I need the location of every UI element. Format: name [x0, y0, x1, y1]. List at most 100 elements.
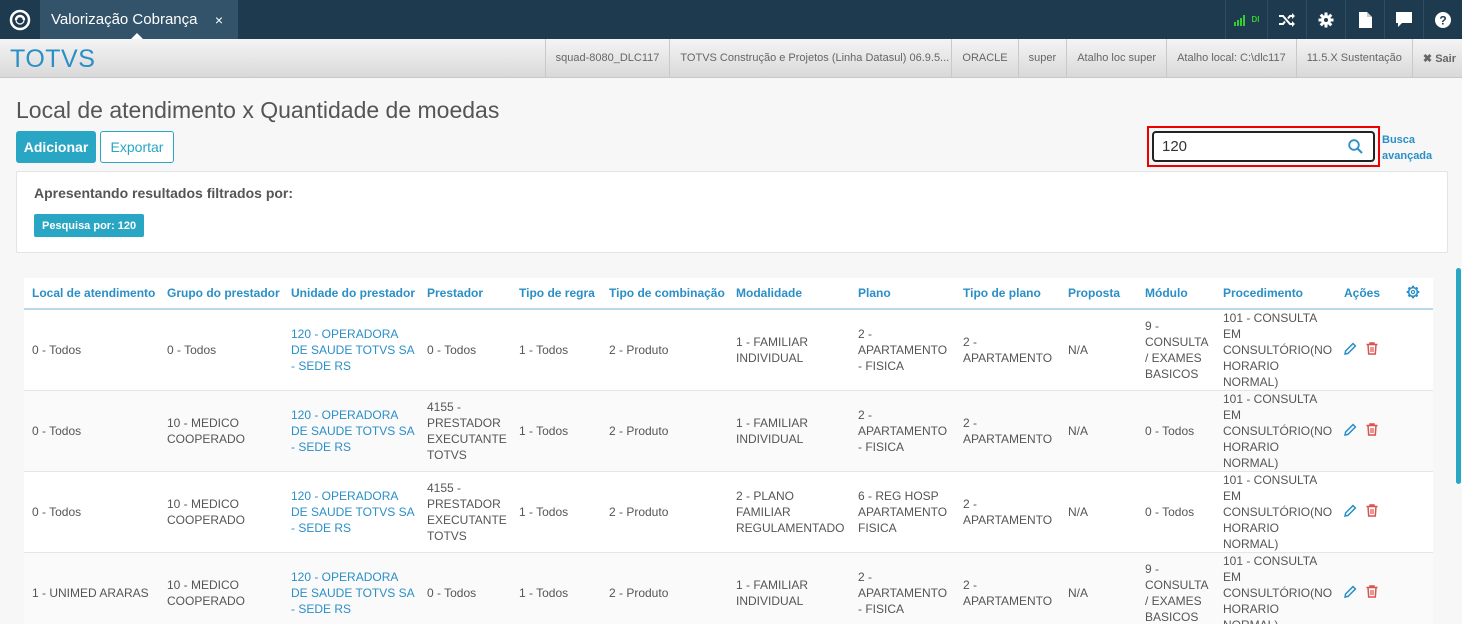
cell-proposta: N/A — [1060, 471, 1137, 553]
table-row[interactable]: 0 - Todos 10 - MEDICO COOPERADO 120 - OP… — [24, 390, 1433, 472]
logout-button[interactable]: ✖ Sair — [1411, 39, 1462, 77]
col-acoes: Ações — [1336, 278, 1398, 310]
edit-icon[interactable] — [1344, 423, 1357, 440]
cell-acoes — [1336, 309, 1398, 391]
cell-proposta: N/A — [1060, 552, 1137, 624]
trash-icon[interactable] — [1366, 422, 1378, 440]
cell-proposta: N/A — [1060, 390, 1137, 472]
page-scrollbar[interactable] — [1456, 268, 1461, 484]
cell-unidade-link[interactable]: 120 - OPERADORA DE SAUDE TOTVS SA - SEDE… — [283, 309, 419, 391]
cell-acoes — [1336, 552, 1398, 624]
info-version: 11.5.X Sustentação — [1295, 39, 1412, 77]
cell-tipo-regra: 1 - Todos — [511, 471, 601, 553]
col-proposta[interactable]: Proposta — [1060, 278, 1137, 310]
results-table: Local de atendimento Grupo do prestador … — [24, 278, 1433, 624]
table-header-row: Local de atendimento Grupo do prestador … — [24, 278, 1433, 310]
edit-icon[interactable] — [1344, 504, 1357, 521]
top-bar: Valorização Cobrança × DI ? — [0, 0, 1462, 39]
signal-label: DI — [1251, 15, 1260, 24]
col-unidade-prestador[interactable]: Unidade do prestador — [283, 278, 419, 310]
info-database: ORACLE — [951, 39, 1017, 77]
cell-modalidade: 1 - FAMILIAR INDIVIDUAL — [728, 552, 850, 624]
info-shortcut-user: Atalho loc super — [1066, 39, 1166, 77]
search-input[interactable] — [1162, 138, 1342, 155]
filter-panel: Apresentando resultados filtrados por: P… — [16, 171, 1448, 253]
chat-icon[interactable] — [1384, 0, 1423, 39]
filter-title: Apresentando resultados filtrados por: — [34, 185, 294, 201]
col-tipo-combinacao[interactable]: Tipo de combinação — [601, 278, 728, 310]
cell-tipo-combinacao: 2 - Produto — [601, 552, 728, 624]
shuffle-icon[interactable] — [1267, 0, 1306, 39]
info-bar: TOTVS squad-8080_DLC117 TOTVS Construção… — [0, 39, 1462, 78]
brand-logo: TOTVS — [10, 45, 96, 73]
cell-acoes — [1336, 471, 1398, 553]
trash-icon[interactable] — [1366, 341, 1378, 359]
cell-grupo: 0 - Todos — [159, 309, 283, 391]
cell-tipo-combinacao: 2 - Produto — [601, 390, 728, 472]
table-row[interactable]: 1 - UNIMED ARARAS 10 - MEDICO COOPERADO … — [24, 552, 1433, 624]
cell-local: 0 - Todos — [24, 390, 159, 472]
cell-prestador: 0 - Todos — [419, 552, 511, 624]
cell-proposta: N/A — [1060, 309, 1137, 391]
cell-unidade-link[interactable]: 120 - OPERADORA DE SAUDE TOTVS SA - SEDE… — [283, 390, 419, 472]
cell-local: 0 - Todos — [24, 309, 159, 391]
table-row[interactable]: 0 - Todos 0 - Todos 120 - OPERADORA DE S… — [24, 309, 1433, 391]
tab-close-button[interactable]: × — [215, 12, 223, 28]
cell-local: 1 - UNIMED ARARAS — [24, 552, 159, 624]
cell-plano: 2 - APARTAMENTO - FISICA — [850, 390, 955, 472]
edit-icon[interactable] — [1344, 585, 1357, 602]
filter-tag[interactable]: Pesquisa por: 120 — [34, 214, 145, 237]
advanced-search-link[interactable]: Busca avançada — [1382, 132, 1452, 164]
info-product: TOTVS Construção e Projetos (Linha Datas… — [669, 39, 951, 77]
column-settings-button[interactable] — [1398, 278, 1433, 310]
cell-procedimento: 101 - CONSULTA EM CONSULTÓRIO(NO HORARIO… — [1215, 471, 1336, 553]
col-modulo[interactable]: Módulo — [1137, 278, 1215, 310]
edit-icon[interactable] — [1344, 342, 1357, 359]
col-plano[interactable]: Plano — [850, 278, 955, 310]
cell-modalidade: 2 - PLANO FAMILIAR REGULAMENTADO — [728, 471, 850, 553]
cell-modulo: 9 - CONSULTA / EXAMES BASICOS — [1137, 552, 1215, 624]
cell-unidade-link[interactable]: 120 - OPERADORA DE SAUDE TOTVS SA - SEDE… — [283, 471, 419, 553]
cell-modalidade: 1 - FAMILIAR INDIVIDUAL — [728, 390, 850, 472]
cell-grupo: 10 - MEDICO COOPERADO — [159, 390, 283, 472]
cell-acoes — [1336, 390, 1398, 472]
cell-modulo: 9 - CONSULTA / EXAMES BASICOS — [1137, 309, 1215, 391]
tab-title: Valorização Cobrança — [51, 11, 198, 28]
cell-unidade-link[interactable]: 120 - OPERADORA DE SAUDE TOTVS SA - SEDE… — [283, 552, 419, 624]
col-tipo-regra[interactable]: Tipo de regra — [511, 278, 601, 310]
gear-icon[interactable] — [1306, 0, 1345, 39]
cell-prestador: 4155 - PRESTADOR EXECUTANTE TOTVS — [419, 390, 511, 472]
trash-icon[interactable] — [1366, 503, 1378, 521]
col-local-atendimento[interactable]: Local de atendimento — [24, 278, 159, 310]
trash-icon[interactable] — [1366, 584, 1378, 602]
cell-modulo: 0 - Todos — [1137, 471, 1215, 553]
cell-tipo-regra: 1 - Todos — [511, 390, 601, 472]
info-shortcut-path: Atalho local: C:\dlc117 — [1166, 39, 1296, 77]
col-modalidade[interactable]: Modalidade — [728, 278, 850, 310]
cell-tipo-combinacao: 2 - Produto — [601, 309, 728, 391]
signal-indicator: DI — [1225, 0, 1267, 39]
col-prestador[interactable]: Prestador — [419, 278, 511, 310]
col-grupo-prestador[interactable]: Grupo do prestador — [159, 278, 283, 310]
cell-tipo-plano: 2 - APARTAMENTO — [955, 309, 1060, 391]
col-tipo-plano[interactable]: Tipo de plano — [955, 278, 1060, 310]
search-icon[interactable] — [1348, 139, 1363, 159]
table-row[interactable]: 0 - Todos 10 - MEDICO COOPERADO 120 - OP… — [24, 471, 1433, 553]
app-logo-icon[interactable] — [0, 0, 40, 39]
add-button[interactable]: Adicionar — [16, 131, 96, 163]
cell-tipo-plano: 2 - APARTAMENTO — [955, 552, 1060, 624]
svg-text:?: ? — [1439, 13, 1446, 27]
cell-grupo: 10 - MEDICO COOPERADO — [159, 471, 283, 553]
cell-plano: 2 - APARTAMENTO - FISICA — [850, 552, 955, 624]
document-icon[interactable] — [1345, 0, 1384, 39]
cell-tipo-regra: 1 - Todos — [511, 552, 601, 624]
cell-local: 0 - Todos — [24, 471, 159, 553]
cell-prestador: 4155 - PRESTADOR EXECUTANTE TOTVS — [419, 471, 511, 553]
export-button[interactable]: Exportar — [100, 131, 174, 163]
cell-tipo-combinacao: 2 - Produto — [601, 471, 728, 553]
col-procedimento[interactable]: Procedimento — [1215, 278, 1336, 310]
cell-modulo: 0 - Todos — [1137, 390, 1215, 472]
cell-procedimento: 101 - CONSULTA EM CONSULTÓRIO(NO HORARIO… — [1215, 552, 1336, 624]
help-icon[interactable]: ? — [1423, 0, 1462, 39]
settings-gear-icon[interactable] — [1406, 285, 1420, 299]
